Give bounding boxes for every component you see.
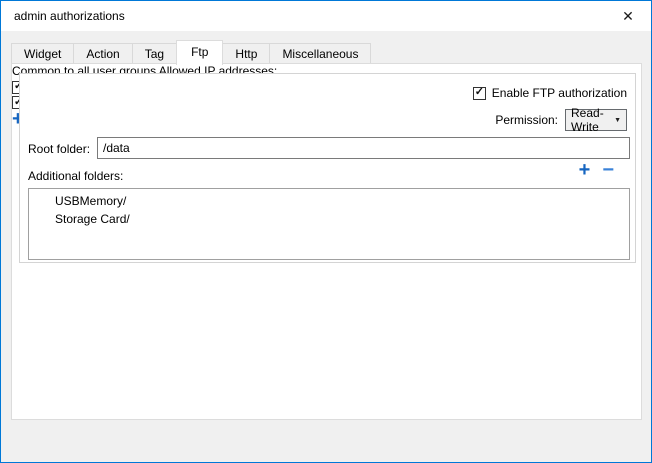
enable-ftp-row: ✓ Enable FTP authorization xyxy=(473,86,627,100)
ftp-settings-panel: ✓ Enable FTP authorization Permission: R… xyxy=(19,73,636,263)
permission-dropdown[interactable]: Read-Write ▼ xyxy=(565,109,627,131)
folder-name: Storage Card/ xyxy=(55,212,130,226)
close-button[interactable]: ✕ xyxy=(605,1,651,31)
tab-label: Widget xyxy=(24,47,61,61)
ftp-tab-page: ✓ Enable FTP authorization Permission: R… xyxy=(11,63,642,420)
tab-label: Http xyxy=(235,47,257,61)
additional-folders-list[interactable]: USBMemory/ Storage Card/ xyxy=(28,188,630,260)
permission-label: Permission: xyxy=(495,113,558,127)
additional-folders-label: Additional folders: xyxy=(28,169,123,183)
tab-miscellaneous[interactable]: Miscellaneous xyxy=(269,43,371,64)
tab-tag[interactable]: Tag xyxy=(132,43,177,64)
chevron-down-icon: ▼ xyxy=(614,117,621,124)
tab-action[interactable]: Action xyxy=(73,43,132,64)
window-title: admin authorizations xyxy=(14,9,125,23)
permission-row: Permission: Read-Write ▼ xyxy=(495,109,627,131)
check-icon: ✓ xyxy=(475,87,484,98)
close-icon: ✕ xyxy=(622,8,634,25)
root-folder-input[interactable] xyxy=(97,137,630,159)
remove-folder-button[interactable]: − xyxy=(602,160,614,180)
folder-icon xyxy=(35,213,48,226)
list-item[interactable]: USBMemory/ xyxy=(29,192,629,210)
permission-value: Read-Write xyxy=(571,106,611,134)
tab-label: Ftp xyxy=(191,45,208,59)
tab-strip: Widget Action Tag Ftp Http Miscellaneous xyxy=(11,39,370,64)
tab-label: Action xyxy=(86,47,119,61)
enable-ftp-label: Enable FTP authorization xyxy=(492,86,627,100)
tab-widget[interactable]: Widget xyxy=(11,43,74,64)
additional-folders-actions: + − xyxy=(579,160,614,180)
tab-ftp[interactable]: Ftp xyxy=(176,40,223,65)
tab-http[interactable]: Http xyxy=(222,43,270,64)
add-folder-button[interactable]: + xyxy=(579,160,591,180)
list-item[interactable]: Storage Card/ xyxy=(29,210,629,228)
folder-name: USBMemory/ xyxy=(55,194,126,208)
root-folder-label: Root folder: xyxy=(28,142,90,156)
folder-icon xyxy=(35,195,48,208)
enable-ftp-checkbox[interactable]: ✓ xyxy=(473,87,486,100)
tab-label: Tag xyxy=(145,47,164,61)
tab-label: Miscellaneous xyxy=(282,47,358,61)
title-bar: admin authorizations ✕ xyxy=(1,1,651,31)
admin-authorizations-dialog: admin authorizations ✕ Widget Action Tag… xyxy=(0,0,652,463)
